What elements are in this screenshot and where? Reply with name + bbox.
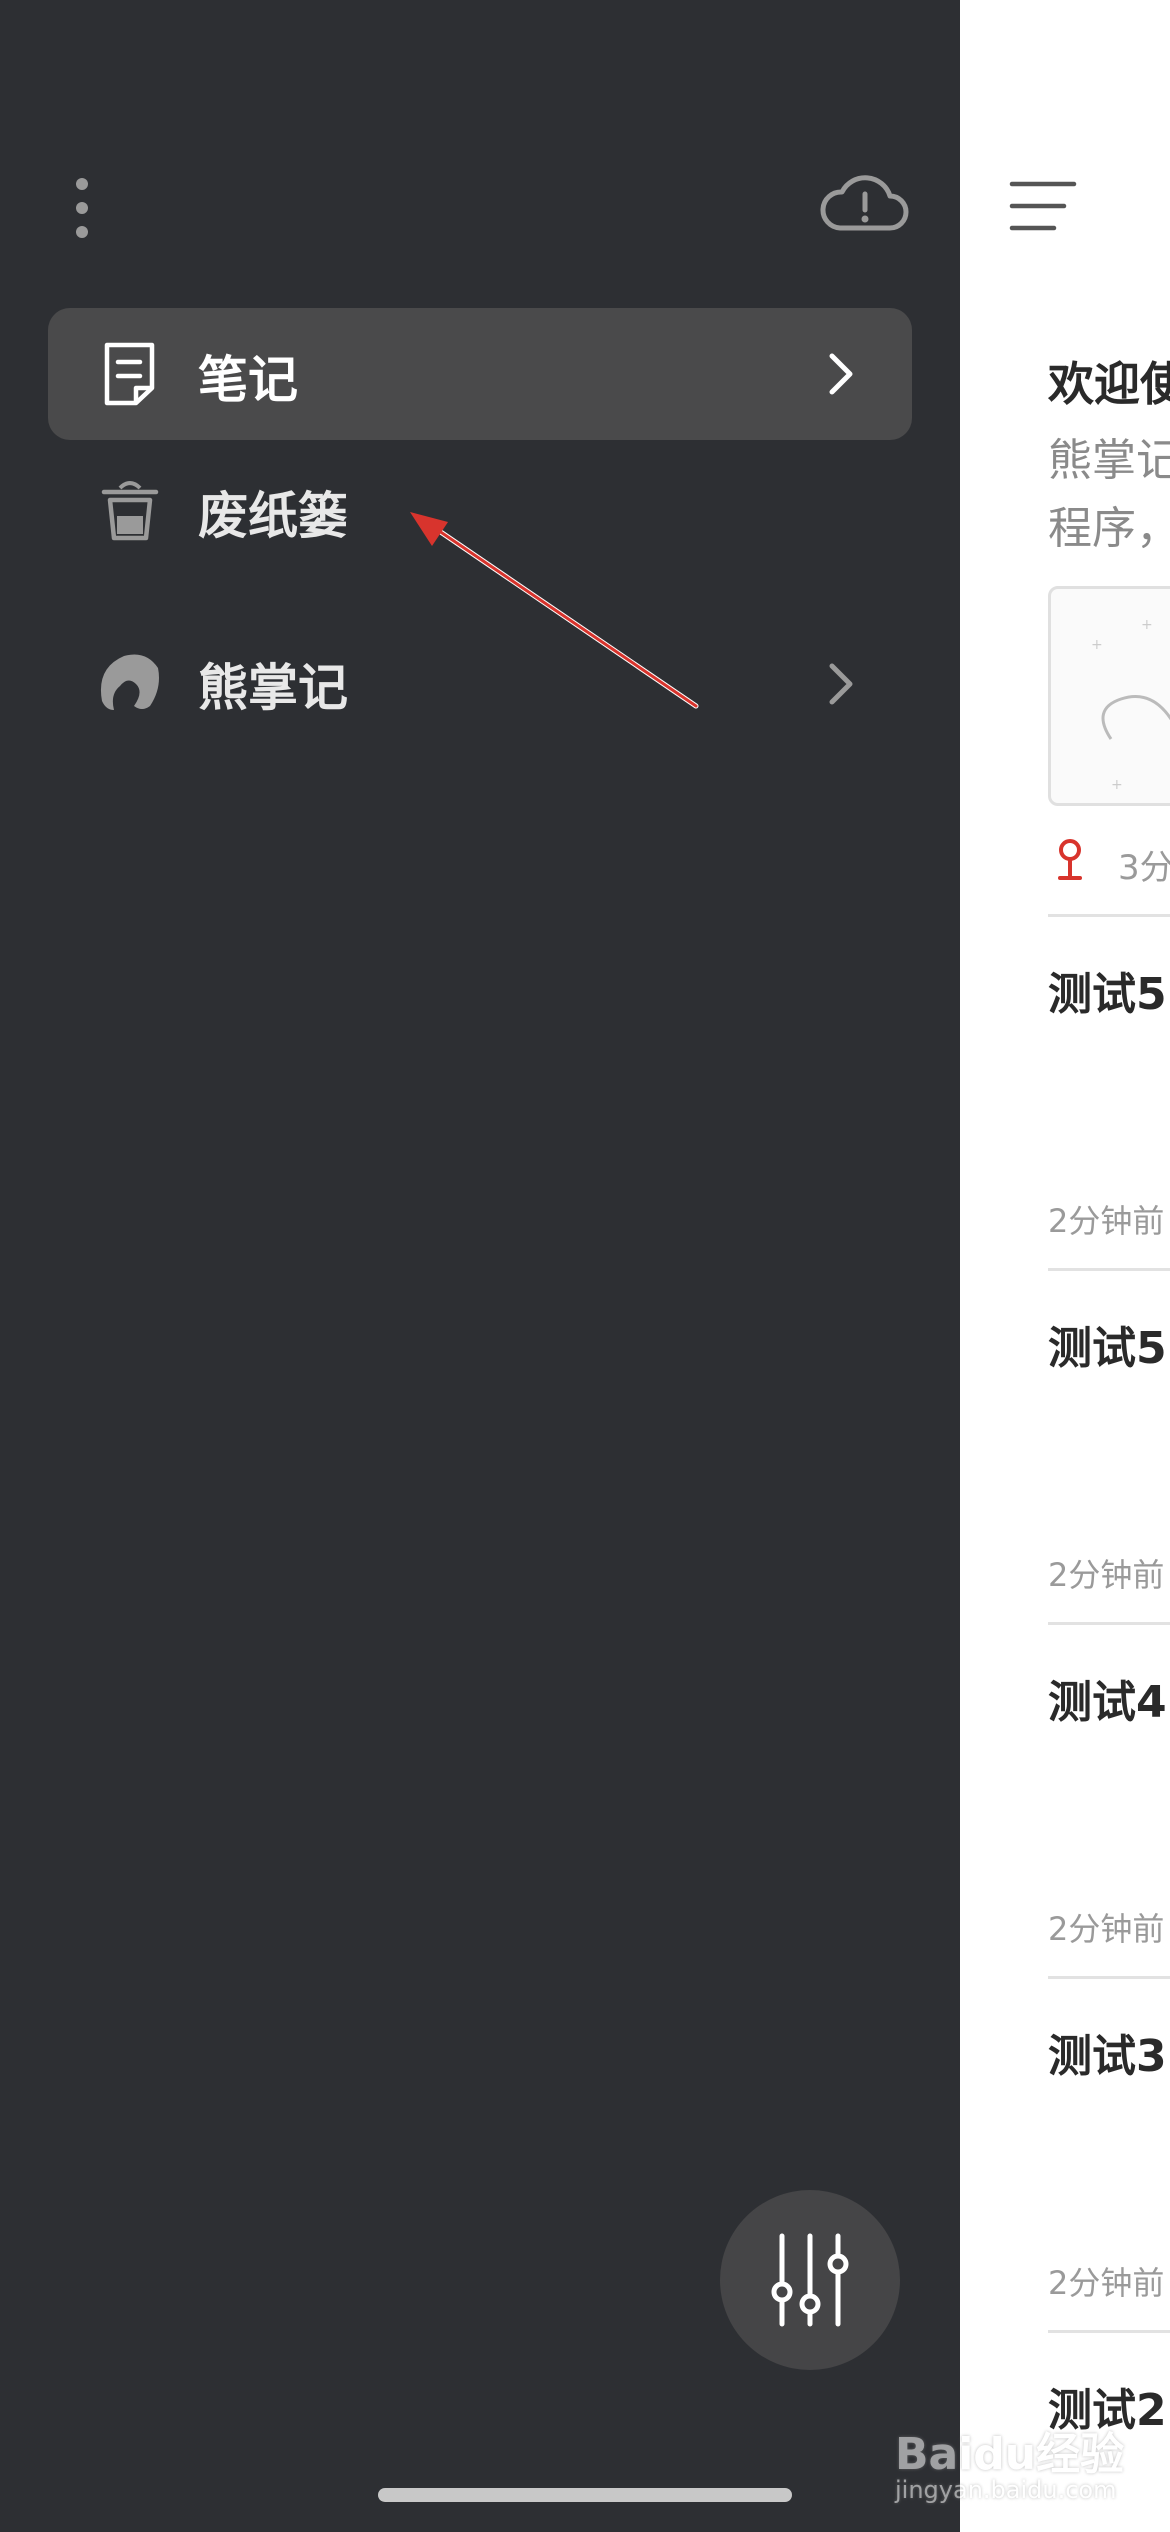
navigation-drawer: 笔记 废纸篓 熊掌记: [0, 0, 960, 2532]
sliders-icon: [768, 2230, 852, 2330]
welcome-note-time: 3分: [1118, 848, 1170, 888]
divider: [1048, 1268, 1170, 1271]
divider: [1048, 1976, 1170, 1979]
welcome-note-title[interactable]: 欢迎使: [1048, 348, 1170, 414]
note-time: 2分钟前: [1048, 1910, 1165, 1948]
hamburger-menu-icon[interactable]: [1008, 178, 1078, 234]
watermark-line2: jingyan.baidu.com: [895, 2476, 1117, 2504]
welcome-note-preview-line2: 程序，: [1048, 503, 1170, 554]
baidu-watermark: Baidu经验 jingyan.baidu.com: [895, 2418, 1155, 2518]
note-list-panel: 欢迎使 熊掌记 程序， + + + 3分 测试5 2分钟前 测试5 2分钟前 测…: [960, 0, 1170, 2532]
home-indicator: [378, 2488, 792, 2502]
more-vertical-icon[interactable]: [62, 170, 102, 250]
drawer-item-notes-label: 笔记: [198, 351, 298, 409]
welcome-note-thumbnail: + + +: [1048, 586, 1170, 806]
note-title[interactable]: 测试5: [1048, 1312, 1167, 1376]
pin-icon: [1052, 838, 1088, 882]
chevron-right-icon: [826, 352, 856, 396]
note-title[interactable]: 测试3: [1048, 2020, 1167, 2084]
divider: [1048, 1622, 1170, 1625]
welcome-note-preview-line1: 熊掌记: [1048, 435, 1170, 486]
drawer-item-bear-label: 熊掌记: [198, 659, 348, 717]
divider: [1048, 914, 1170, 917]
note-time: 2分钟前: [1048, 1556, 1165, 1594]
note-time: 2分钟前: [1048, 2264, 1165, 2302]
chevron-right-icon: [826, 662, 856, 706]
svg-text:+: +: [1141, 617, 1153, 633]
note-title[interactable]: 测试4: [1048, 1666, 1167, 1730]
filter-button[interactable]: [720, 2190, 900, 2370]
svg-text:+: +: [1091, 637, 1103, 653]
annotation-arrow: [400, 500, 720, 720]
trash-icon: [100, 478, 160, 544]
divider: [1048, 2330, 1170, 2333]
bear-icon: [94, 646, 164, 716]
note-title[interactable]: 测试5: [1048, 958, 1167, 1022]
drawer-item-notes[interactable]: 笔记: [48, 308, 912, 440]
svg-text:+: +: [1111, 777, 1123, 793]
note-icon: [102, 340, 158, 408]
drawer-item-trash-label: 废纸篓: [198, 487, 348, 545]
note-time: 2分钟前: [1048, 1202, 1165, 1240]
cloud-alert-icon[interactable]: [820, 170, 910, 240]
watermark-line1: Baidu经验: [895, 2429, 1125, 2480]
